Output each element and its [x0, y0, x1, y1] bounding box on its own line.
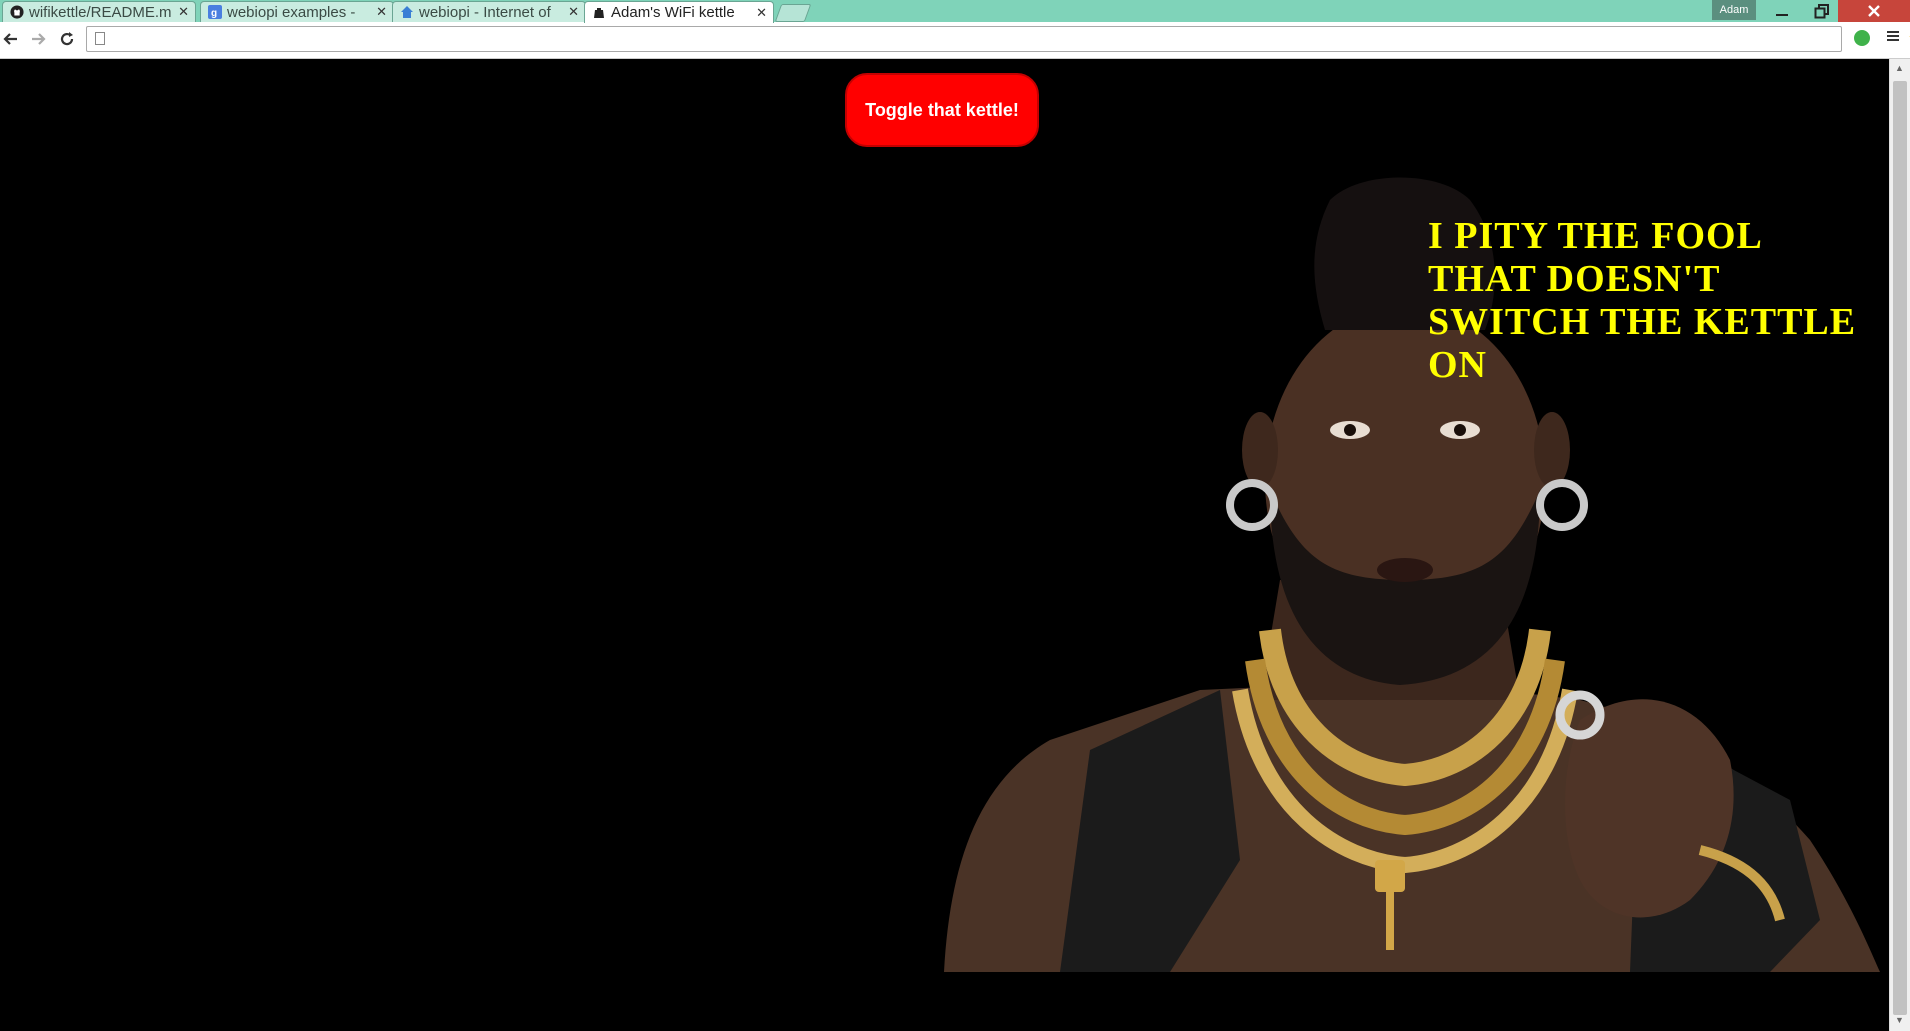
tab-adams-wifi-kettle[interactable]: Adam's WiFi kettle ✕ — [584, 1, 774, 23]
tab-label: webiopi - Internet of — [419, 3, 551, 21]
browser-toolbar: ★ — [0, 22, 1910, 59]
profile-button[interactable]: Adam — [1712, 0, 1756, 20]
home-icon — [399, 5, 414, 20]
github-icon — [9, 5, 24, 20]
extension-icon[interactable] — [1854, 30, 1870, 46]
forward-arrow-icon[interactable] — [27, 28, 49, 50]
minimize-icon[interactable] — [1762, 0, 1802, 22]
meme-caption: I PITY THE FOOL THAT DOESN'T SWITCH THE … — [1428, 215, 1857, 386]
page-scrollbar[interactable]: ▲ ▼ — [1889, 59, 1910, 1031]
restore-icon[interactable] — [1802, 0, 1842, 22]
close-window-icon[interactable] — [1838, 0, 1910, 22]
kettle-icon — [591, 5, 606, 20]
toggle-kettle-button[interactable]: Toggle that kettle! — [845, 73, 1039, 147]
tab-webiopi-examples[interactable]: g webiopi examples - ✕ — [200, 1, 394, 22]
google-icon: g — [207, 5, 222, 20]
tab-wifikettle-readme[interactable]: wifikettle/README.m ✕ — [2, 1, 196, 22]
page-icon — [95, 32, 105, 45]
address-bar[interactable]: ★ — [86, 26, 1910, 52]
tab-close-icon[interactable]: ✕ — [376, 4, 387, 20]
svg-text:g: g — [211, 8, 217, 19]
browser-titlebar: wifikettle/README.m ✕ g webiopi examples… — [0, 0, 1910, 23]
scroll-down-arrow-icon[interactable]: ▼ — [1895, 1015, 1904, 1025]
reload-icon[interactable] — [56, 28, 78, 50]
scrollbar-thumb[interactable] — [1893, 81, 1907, 1015]
back-arrow-icon[interactable] — [0, 28, 22, 50]
tab-close-icon[interactable]: ✕ — [178, 4, 189, 20]
scroll-up-arrow-icon[interactable]: ▲ — [1895, 63, 1904, 73]
new-tab-button[interactable] — [774, 4, 812, 22]
menu-icon[interactable] — [1886, 27, 1900, 48]
tab-label: wifikettle/README.m — [29, 3, 172, 21]
tab-label: Adam's WiFi kettle — [611, 4, 735, 21]
tab-label: webiopi examples - — [227, 3, 356, 21]
tab-close-icon[interactable]: ✕ — [568, 4, 579, 20]
tab-webiopi-internet[interactable]: webiopi - Internet of ✕ — [392, 1, 586, 22]
tab-close-icon[interactable]: ✕ — [756, 5, 767, 21]
